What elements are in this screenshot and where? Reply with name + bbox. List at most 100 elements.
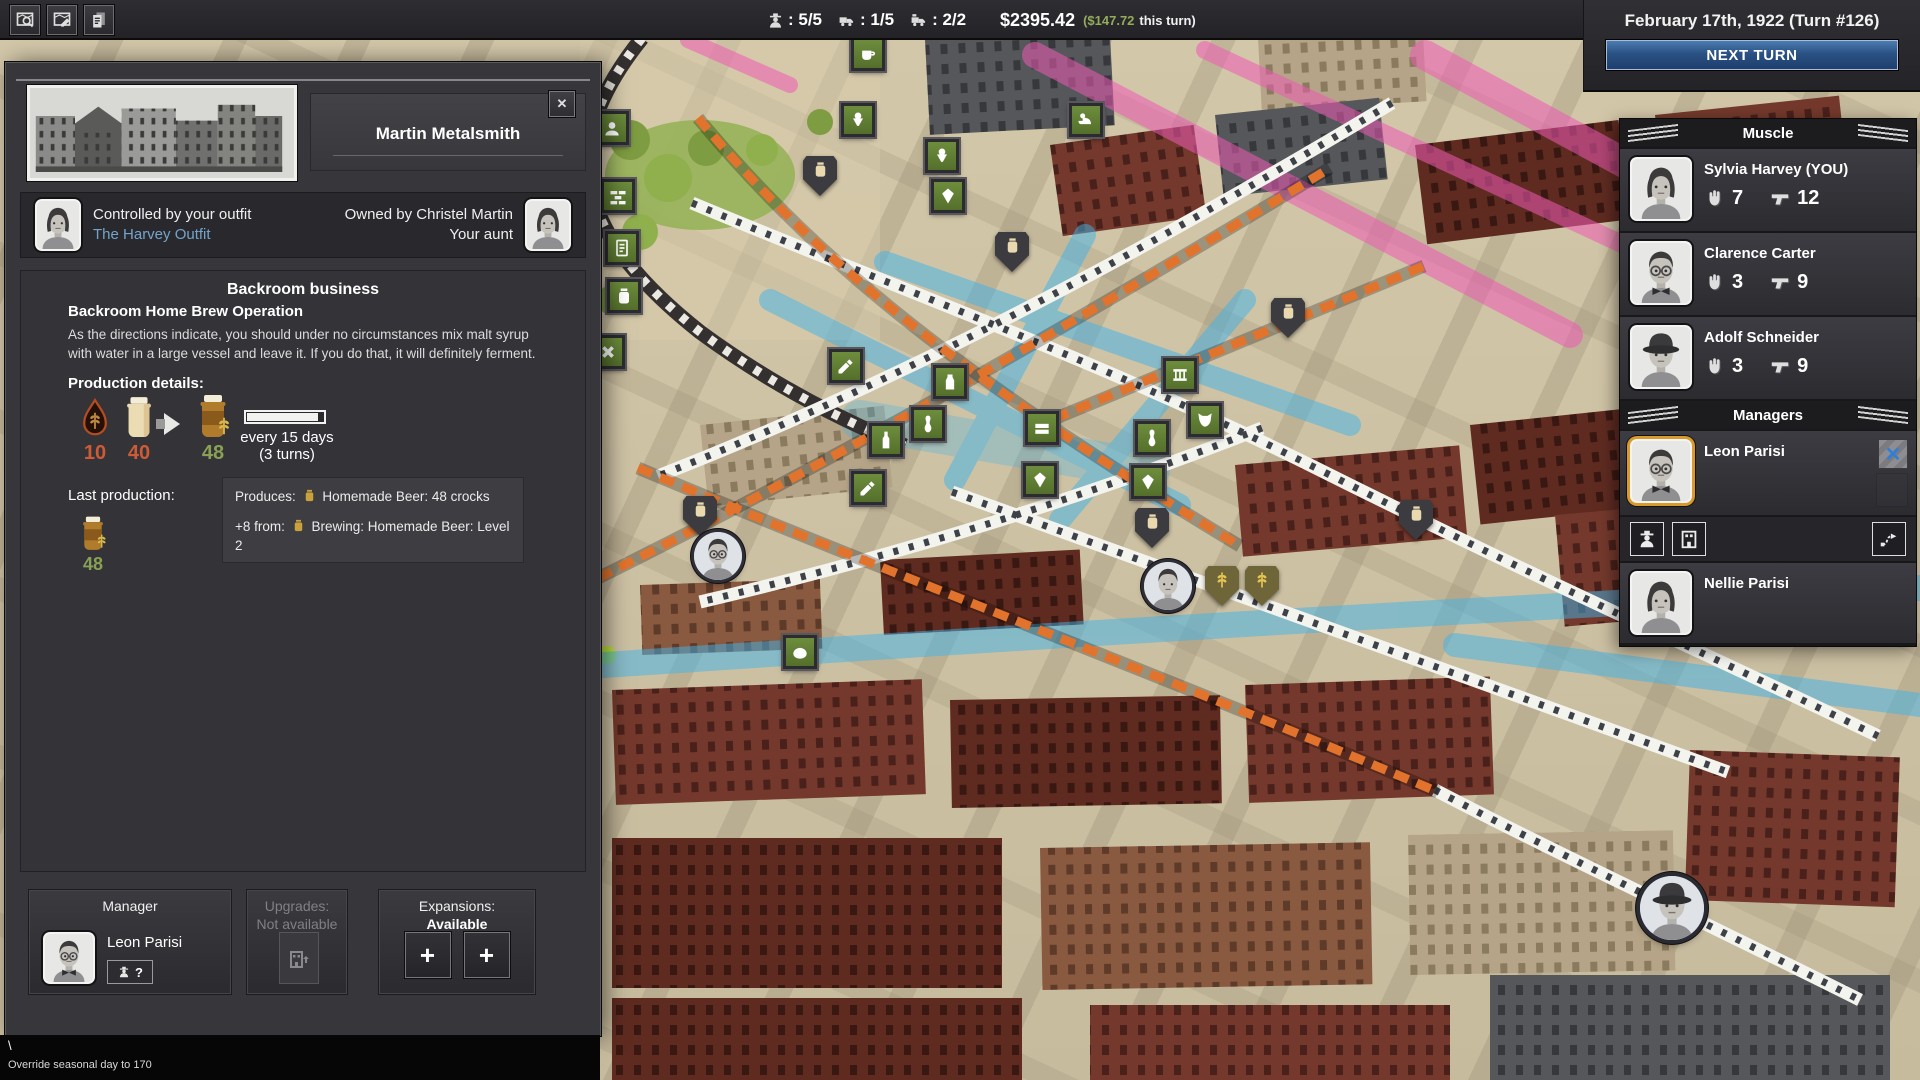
manager-label: Manager [29,898,231,914]
building-title: Martin Metalsmith [311,124,585,144]
vehicle-stat[interactable]: : 1/5 [838,10,894,30]
map-search-icon [15,10,35,30]
goose-icon[interactable] [1069,103,1103,137]
debug-console[interactable]: \ Override seasonal day to 170 [0,1035,600,1080]
gun-stat: 9 [1769,355,1808,378]
map-search-button[interactable] [10,5,40,35]
delivery-truck-icon [910,11,929,30]
panel-divider [16,79,590,81]
boss-marker[interactable] [1640,876,1704,940]
crock-icon[interactable] [1399,500,1433,540]
bread-icon[interactable] [783,635,817,669]
map-edit-button[interactable] [47,5,77,35]
expansion-buttons: + + [379,932,535,978]
crock-icon[interactable] [683,496,717,536]
bottle-icon[interactable] [869,423,903,457]
manager-query-button[interactable]: ? [107,960,153,984]
avatar [1630,157,1692,221]
delivery-stat[interactable]: : 2/2 [910,10,966,30]
avatar [1630,439,1692,503]
cycle-line2: (3 turns) [227,446,347,463]
locate-on-map-button[interactable]: ✕ [1878,439,1908,469]
gun-value: 9 [1797,271,1808,294]
wheat-icon[interactable] [1245,566,1279,606]
reports-button[interactable] [84,5,114,35]
pistol-icon [1769,188,1791,210]
portrait-icon[interactable] [595,111,629,145]
outfit-link[interactable]: The Harvey Outfit [93,225,251,245]
building-icon [1678,528,1700,550]
crock-icon[interactable] [1135,508,1169,548]
turn-panel: February 17th, 1922 (Turn #126) NEXT TUR… [1583,0,1920,92]
hand-icon [1704,188,1726,210]
bonus-line: +8 from: Brewing: Homemade Beer: Level 2 [235,517,511,555]
gem-icon[interactable] [1023,463,1057,497]
leon-marker[interactable] [694,532,742,580]
muscle-row-sylvia[interactable]: Sylvia Harvey (YOU) 7 12 [1620,149,1916,231]
crate-icon[interactable] [1025,411,1059,445]
cup-icon[interactable] [851,37,885,71]
input-crocks[interactable]: 40 [117,395,161,465]
milk-bottle-icon[interactable] [933,365,967,399]
documents-icon [89,10,109,30]
person-icon [766,11,785,30]
paintbrush-icon[interactable] [829,349,863,383]
crew-name: Clarence Carter [1704,245,1816,262]
crock-icon [120,395,158,441]
ownership-row: Controlled by your outfit The Harvey Out… [20,192,586,258]
title-divider [333,155,563,156]
route-button[interactable] [1872,522,1906,556]
upgrades-label: Upgrades: [247,898,347,914]
crew-name: Adolf Schneider [1704,329,1819,346]
melee-stat: 3 [1704,355,1743,378]
muscle-row-clarence[interactable]: Clarence Carter 3 9 [1620,233,1916,315]
gem-icon[interactable] [931,179,965,213]
close-button[interactable]: ✕ [549,91,575,117]
jar-icon[interactable] [607,279,641,313]
manager-name: Leon Parisi [107,934,182,951]
fox-icon[interactable] [1188,403,1222,437]
input-malt-syrup[interactable]: 10 [73,397,117,465]
managers-header: Managers [1620,401,1916,429]
paintbrush-icon[interactable] [851,471,885,505]
crock-icon[interactable] [995,232,1029,272]
gem-icon[interactable] [1131,465,1165,499]
manager-box: Manager Leon Parisi ? [28,889,232,995]
wheat-icon[interactable] [1205,566,1239,606]
upgrade-button-disabled [279,932,319,984]
owner-avatar[interactable] [525,199,571,251]
crock-icon[interactable] [803,156,837,196]
next-turn-button[interactable]: NEXT TURN [1606,40,1898,70]
controller-avatar[interactable] [35,199,81,251]
console-input[interactable]: \ [8,1038,12,1053]
bowling-pin-icon[interactable] [1135,421,1169,455]
avatar [1630,241,1692,305]
brick-icon[interactable] [601,179,635,213]
crock-icon[interactable] [1271,298,1305,338]
sundae-icon[interactable] [925,139,959,173]
sundae-icon[interactable] [841,103,875,137]
manager-row-nellie[interactable]: Nellie Parisi [1620,563,1916,643]
assign-crew-button[interactable] [1630,522,1664,556]
operation-description: As the directions indicate, you should u… [68,325,551,363]
crew-name: Sylvia Harvey (YOU) [1704,161,1848,178]
manager-avatar[interactable] [43,932,95,984]
loom-icon[interactable] [1163,358,1197,392]
crew-name: Leon Parisi [1704,443,1785,460]
owner-info: Owned by Christel Martin Your aunt [345,205,513,245]
vehicle-value: : 1/5 [860,10,894,30]
ledger-icon[interactable] [605,231,639,265]
money-display[interactable]: $2395.42 ($147.72 this turn) [1000,0,1196,40]
muscle-row-adolf[interactable]: Adolf Schneider 3 9 [1620,317,1916,399]
upgrades-status: Not available [247,916,347,932]
building-photo [27,85,297,181]
produces-box: Produces: Homemade Beer: 48 crocks +8 fr… [222,477,524,563]
crew-capacity-stat[interactable]: : 5/5 [766,10,822,30]
manager-row-leon[interactable]: Leon Parisi ✕ [1620,431,1916,515]
expansion-add-button-2[interactable]: + [464,932,510,978]
contact-marker[interactable] [1144,562,1192,610]
assign-building-button[interactable] [1672,522,1706,556]
progress-fill [246,412,319,422]
bowling-pin-icon[interactable] [911,407,945,441]
expansion-add-button-1[interactable]: + [405,932,451,978]
